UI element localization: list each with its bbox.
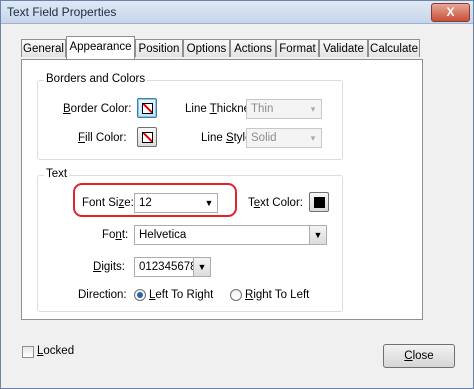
fill-color-button[interactable] — [137, 127, 157, 147]
left-to-right-radio[interactable] — [134, 289, 146, 301]
border-color-button[interactable] — [137, 98, 157, 118]
tab-validate[interactable]: Validate — [319, 39, 368, 57]
font-size-highlight — [73, 183, 237, 217]
borders-colors-group: Borders and Colors Border Color: Line Th… — [37, 73, 343, 160]
digits-select[interactable]: 0123456789 ▼ — [134, 257, 211, 277]
color-swatch-icon — [314, 197, 325, 208]
dropdown-arrow-icon: ▾ — [310, 104, 316, 114]
no-color-swatch-icon — [142, 132, 153, 143]
dropdown-arrow-icon: ▾ — [310, 133, 316, 143]
no-color-swatch-icon — [142, 103, 153, 114]
tab-calculate[interactable]: Calculate — [368, 39, 420, 57]
tab-position[interactable]: Position — [135, 39, 183, 57]
digits-label: Digits: — [93, 261, 125, 273]
font-label: Font: — [102, 229, 129, 241]
dropdown-arrow-icon: ▼ — [309, 226, 326, 244]
right-to-left-label[interactable]: Right To Left — [245, 289, 309, 301]
tab-general[interactable]: General — [21, 39, 66, 57]
text-color-label: Text Color: — [248, 197, 303, 209]
text-color-button[interactable] — [309, 192, 329, 212]
dropdown-arrow-icon: ▼ — [193, 258, 210, 276]
borders-colors-title: Borders and Colors — [44, 73, 148, 85]
tab-appearance[interactable]: Appearance — [66, 36, 135, 59]
border-color-label: Border Color: — [63, 103, 132, 115]
tab-format[interactable]: Format — [276, 39, 319, 57]
right-to-left-radio[interactable] — [230, 289, 242, 301]
locked-checkbox[interactable] — [22, 346, 34, 358]
text-field-properties-dialog: Text Field Properties X General Appearan… — [0, 0, 474, 389]
tab-actions[interactable]: Actions — [230, 39, 276, 57]
left-to-right-label[interactable]: Left To Right — [149, 289, 213, 301]
direction-label: Direction: — [78, 289, 127, 301]
appearance-panel: Borders and Colors Border Color: Line Th… — [21, 59, 423, 320]
close-button[interactable]: Close — [383, 344, 455, 368]
window-close-button[interactable]: X — [431, 3, 470, 22]
line-thickness-select[interactable]: Thin ▾ — [246, 99, 322, 119]
locked-label[interactable]: Locked — [37, 345, 74, 357]
fill-color-label: Fill Color: — [78, 132, 127, 144]
tab-options[interactable]: Options — [183, 39, 230, 57]
text-group-title: Text — [44, 168, 70, 180]
font-select[interactable]: Helvetica ▼ — [134, 225, 327, 245]
title-bar[interactable]: Text Field Properties X — [1, 1, 473, 24]
line-style-select[interactable]: Solid ▾ — [246, 128, 322, 148]
window-title: Text Field Properties — [7, 5, 117, 19]
